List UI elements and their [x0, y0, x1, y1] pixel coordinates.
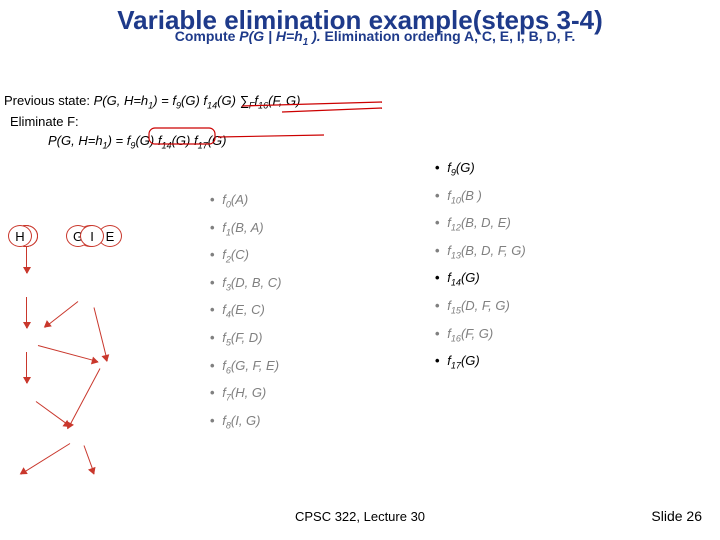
factor-entry: • f10(B ) — [435, 188, 526, 206]
factor-entry: • f6(G, F, E) — [210, 358, 281, 376]
factor-entry: • f13(B, D, F, G) — [435, 243, 526, 261]
node-h: H — [8, 225, 32, 247]
factor-entry: • f12(B, D, E) — [435, 215, 526, 233]
elimination-text: Previous state: P(G, H=h1) = f9(G) f14(G… — [4, 92, 300, 152]
factor-entry: • f4(E, C) — [210, 302, 281, 320]
factor-entry: • f8(I, G) — [210, 413, 281, 431]
factor-entry: • f5(F, D) — [210, 330, 281, 348]
factor-entry: • f9(G) — [435, 160, 526, 178]
factor-entry: • f0(A) — [210, 192, 281, 210]
factor-list-right: • f9(G) • f10(B ) • f12(B, D, E) • f13(B, D… — [435, 150, 526, 381]
footer-course: CPSC 322, Lecture 30 — [295, 509, 425, 524]
factor-entry: • f3(D, B, C) — [210, 275, 281, 293]
bayes-net-graph: A B C D E F G H I — [8, 225, 183, 505]
factor-list-left: • f0(A) • f1(B, A) • f2(C) • f3(D, B, C) • f… — [210, 182, 281, 440]
factor-entry: • f15(D, F, G) — [435, 298, 526, 316]
factor-entry: • f14(G) — [435, 270, 526, 288]
footer-slide-number: Slide 26 — [651, 508, 702, 524]
node-i: I — [80, 225, 104, 247]
factor-entry: • f1(B, A) — [210, 220, 281, 238]
factor-entry: • f17(G) — [435, 353, 526, 371]
factor-entry: • f7(H, G) — [210, 385, 281, 403]
factor-entry: • f2(C) — [210, 247, 281, 265]
factor-entry: • f16(F, G) — [435, 326, 526, 344]
